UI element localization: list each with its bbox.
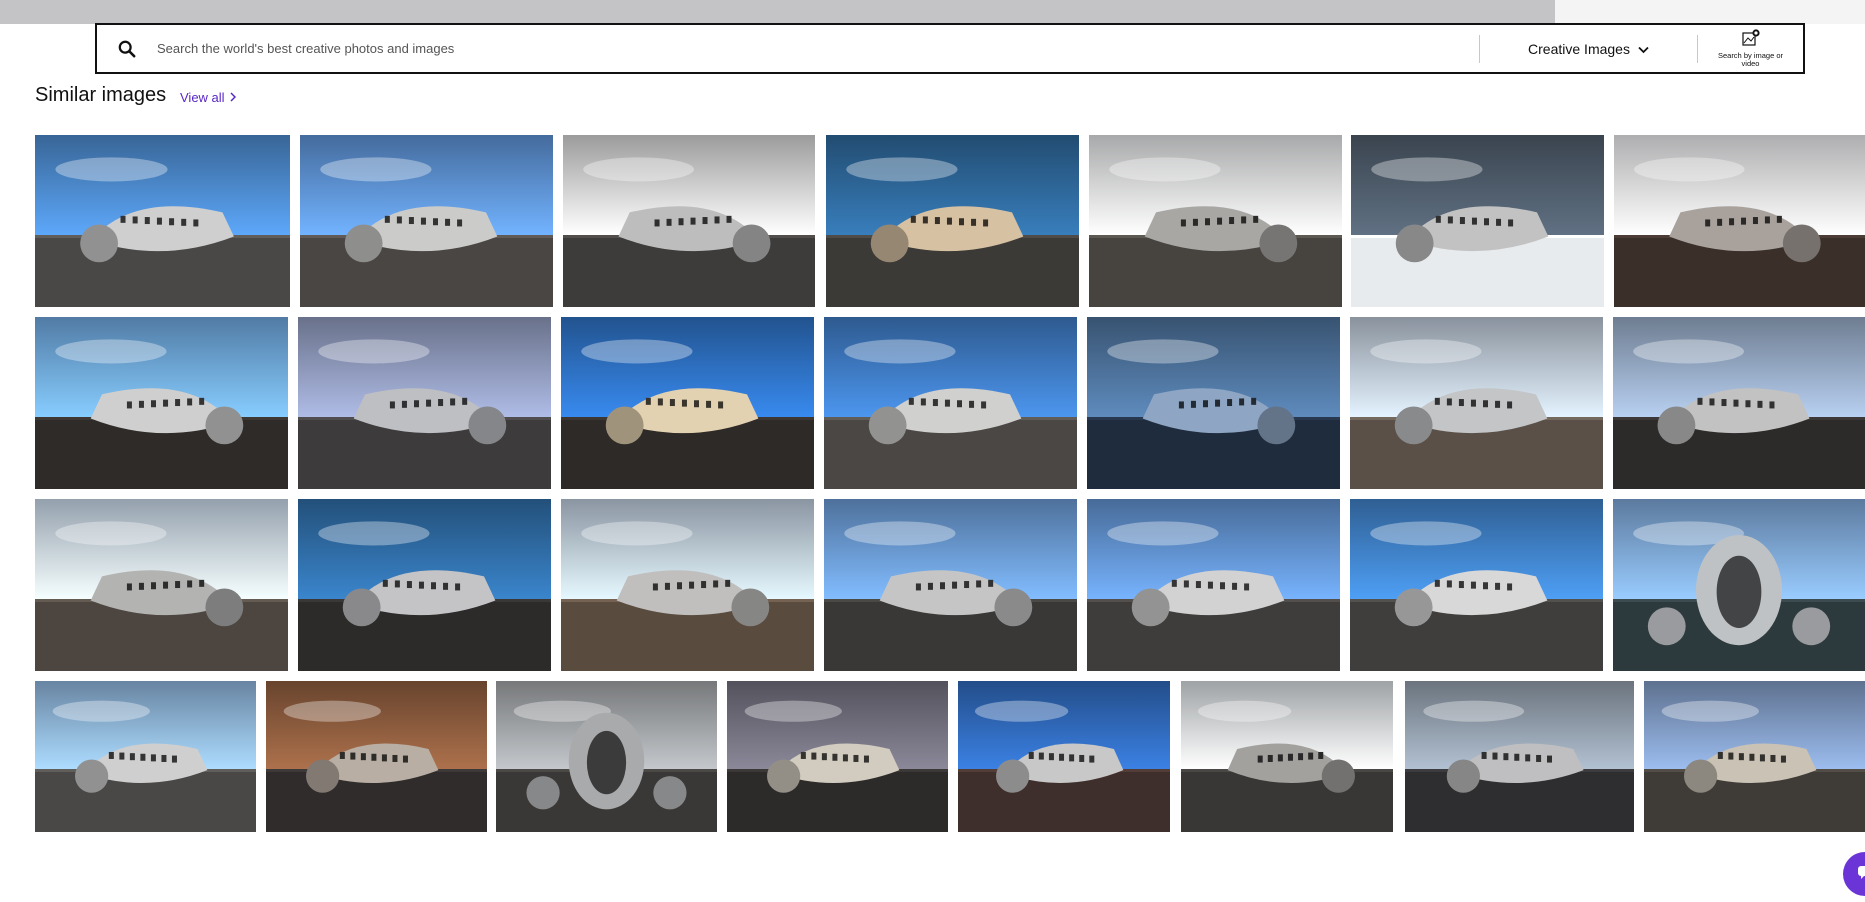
similar-image-thumbnail[interactable] [35, 499, 288, 671]
view-all-link[interactable]: View all [180, 90, 236, 105]
similar-image-thumbnail[interactable] [1350, 499, 1603, 671]
similar-image-thumbnail[interactable] [1089, 135, 1342, 307]
similar-image-thumbnail[interactable] [727, 681, 948, 832]
similar-image-thumbnail[interactable] [1087, 317, 1340, 489]
image-type-dropdown[interactable]: Creative Images [1480, 25, 1697, 72]
search-by-image-label: Search by image or video [1717, 51, 1784, 68]
page-header-strip [0, 0, 1555, 24]
image-type-label: Creative Images [1528, 40, 1630, 57]
similar-image-thumbnail[interactable] [1613, 499, 1865, 671]
similar-image-thumbnail[interactable] [1351, 135, 1604, 307]
visual-search-icon [1741, 29, 1761, 52]
search-icon[interactable] [97, 25, 157, 72]
similar-image-thumbnail[interactable] [1614, 135, 1865, 307]
similar-image-thumbnail[interactable] [300, 135, 553, 307]
similar-image-thumbnail[interactable] [826, 135, 1079, 307]
similar-image-thumbnail[interactable] [298, 317, 551, 489]
similar-image-thumbnail[interactable] [1405, 681, 1634, 832]
similar-image-thumbnail[interactable] [1181, 681, 1393, 832]
similar-image-thumbnail[interactable] [35, 681, 256, 832]
search-input[interactable] [157, 25, 1479, 72]
similar-image-thumbnail[interactable] [1613, 317, 1865, 489]
similar-image-thumbnail[interactable] [1350, 317, 1603, 489]
chat-button[interactable] [1843, 852, 1865, 896]
similar-image-thumbnail[interactable] [35, 135, 290, 307]
similar-image-thumbnail[interactable] [1644, 681, 1865, 832]
chevron-right-icon [230, 90, 236, 105]
similar-image-thumbnail[interactable] [563, 135, 815, 307]
similar-image-thumbnail[interactable] [266, 681, 487, 832]
page-header-strip-right [1555, 0, 1865, 24]
chevron-down-icon [1638, 41, 1649, 57]
chat-icon [1856, 863, 1865, 886]
view-all-label: View all [180, 90, 225, 105]
similar-image-thumbnail[interactable] [824, 499, 1077, 671]
similar-image-thumbnail[interactable] [1087, 499, 1340, 671]
similar-image-thumbnail[interactable] [298, 499, 551, 671]
similar-image-thumbnail[interactable] [561, 317, 814, 489]
similar-images-title: Similar images [35, 84, 167, 106]
similar-image-thumbnail[interactable] [35, 317, 288, 489]
similar-image-thumbnail[interactable] [958, 681, 1170, 832]
similar-image-thumbnail[interactable] [824, 317, 1077, 489]
search-by-image-button[interactable]: Search by image or video [1698, 25, 1803, 72]
similar-image-thumbnail[interactable] [561, 499, 814, 671]
search-bar: Creative Images Search by image or video [95, 23, 1805, 74]
similar-image-thumbnail[interactable] [496, 681, 717, 832]
